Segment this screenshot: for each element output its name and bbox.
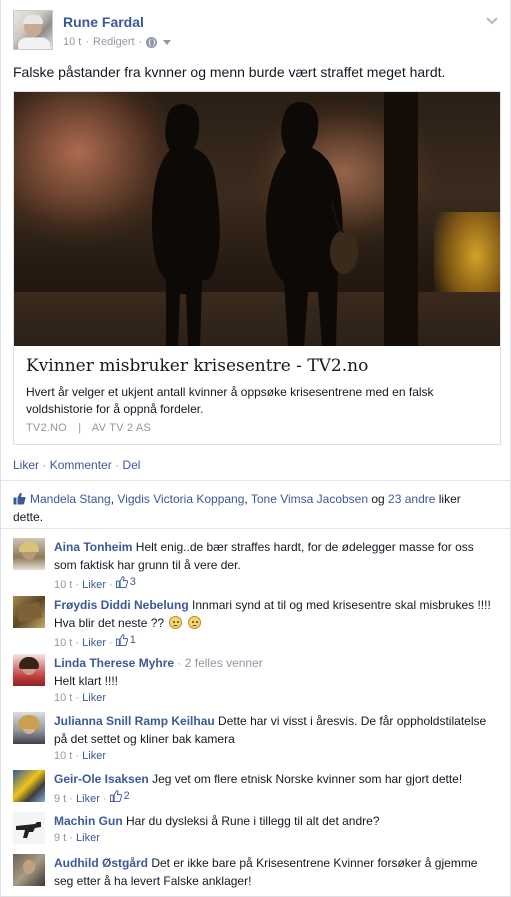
likes-and: og — [368, 492, 389, 506]
post-timestamp[interactable]: 10 t — [63, 36, 81, 48]
comment-text: Har du dysleksi å Rune i tillegg til alt… — [126, 814, 380, 828]
comment-meta: 9 t · Liker · 2 — [54, 788, 130, 805]
commenter-avatar[interactable] — [13, 854, 45, 886]
liker-name[interactable]: Vigdis Victoria Koppang — [117, 492, 244, 506]
comment-body: Geir-Ole Isaksen Jeg vet om flere etnisk… — [54, 770, 494, 807]
author-avatar[interactable] — [13, 10, 53, 50]
like-button[interactable]: Liker — [13, 458, 39, 472]
share-source: TV2.NO | AV TV 2 AS — [26, 422, 151, 434]
share-image[interactable] — [14, 92, 500, 346]
comment-time[interactable]: 10 t — [54, 579, 72, 591]
comment-like-button[interactable]: Liker — [82, 579, 106, 591]
mutual-friends[interactable]: · 2 felles venner — [177, 656, 262, 670]
comment-like-count[interactable]: 1 — [115, 632, 136, 648]
thumbs-up-icon — [109, 790, 122, 802]
comment-body: Machin Gun Har du dysleksi å Rune i till… — [54, 812, 494, 846]
share-domain: TV2.NO — [26, 422, 67, 434]
likes-others-link[interactable]: 23 andre — [388, 492, 435, 506]
frown-emoji-icon — [187, 616, 201, 629]
comment-meta: 10 t · Liker · 1 — [54, 632, 136, 649]
share-author: AV TV 2 AS — [91, 422, 151, 434]
author-name[interactable]: Rune Fardal — [63, 14, 144, 30]
commenter-name[interactable]: Linda Therese Myhre — [54, 656, 174, 670]
commenter-avatar[interactable] — [13, 596, 45, 628]
comment-text: Helt klart !!!! — [54, 674, 119, 688]
comment-time[interactable]: 10 t — [54, 692, 72, 704]
link-share-card[interactable]: Kvinner misbruker krisesentre - TV2.no H… — [13, 91, 501, 445]
like-count: 1 — [129, 634, 136, 646]
feed-post: Rune Fardal 10 t · Redigert · Falske pås… — [0, 0, 511, 897]
commenter-name[interactable]: Aina Tonheim — [54, 540, 132, 554]
likes-summary: Mandela Stang, Vigdis Victoria Koppang, … — [13, 490, 493, 526]
commenter-avatar[interactable] — [13, 712, 45, 744]
commenter-name[interactable]: Machin Gun — [54, 814, 123, 828]
silhouette-woman-left — [152, 104, 220, 346]
action-separator: · — [42, 458, 50, 472]
commenter-avatar[interactable] — [13, 654, 45, 686]
thumbs-up-icon — [13, 492, 26, 505]
comment-time[interactable]: 10 t — [54, 637, 72, 649]
comment-text: Jeg vet om flere etnisk Norske kvinner s… — [152, 772, 463, 786]
edited-label[interactable]: Redigert — [93, 36, 135, 48]
comment-body: Aina Tonheim Helt enig..de bær straffes … — [54, 538, 494, 593]
share-description: Hvert år velger et ukjent antall kvinner… — [26, 385, 434, 416]
comment-body: Audhild Østgård Det er ikke bare på Kris… — [54, 854, 494, 890]
meta-separator: · — [85, 36, 90, 48]
share-separator: | — [78, 422, 82, 434]
chevron-down-icon[interactable] — [163, 39, 172, 45]
comment-like-button[interactable]: Liker — [82, 692, 106, 704]
thumbs-up-icon — [115, 634, 128, 646]
post-text: Falske påstander fra kvnner og menn burd… — [13, 64, 446, 80]
comment-body: Julianna Snill Ramp Keilhau Dette har vi… — [54, 712, 494, 764]
comment-meta: 10 t · Liker — [54, 692, 106, 704]
comment-body: Frøydis Diddi Nebelung Innmari synd at t… — [54, 596, 494, 651]
like-count: 2 — [123, 790, 130, 802]
comment-meta: 9 t · Liker — [54, 832, 100, 844]
comment-body: Linda Therese Myhre · 2 felles venner He… — [54, 654, 494, 706]
comment-button[interactable]: Kommenter — [50, 458, 112, 472]
post-header: Rune Fardal 10 t · Redigert · — [13, 10, 493, 52]
comment-like-button[interactable]: Liker — [76, 793, 100, 805]
post-actions: Liker · Kommenter · Del — [13, 458, 140, 472]
thumbs-up-icon — [115, 576, 128, 588]
share-button[interactable]: Del — [122, 458, 140, 472]
meta-separator: · — [138, 36, 143, 48]
share-title[interactable]: Kvinner misbruker krisesentre - TV2.no — [26, 356, 368, 376]
frown-emoji-icon — [169, 616, 183, 629]
comment-time[interactable]: 10 t — [54, 750, 72, 762]
liker-name[interactable]: Tone Vimsa Jacobsen — [251, 492, 368, 506]
silhouette-woman-right — [266, 102, 358, 346]
post-meta: 10 t · Redigert · — [63, 36, 172, 48]
globe-icon[interactable] — [146, 36, 158, 48]
commenter-avatar[interactable] — [13, 812, 45, 844]
comment-like-count[interactable]: 3 — [115, 574, 136, 590]
comment-meta: 10 t · Liker — [54, 750, 106, 762]
comment-time[interactable]: 9 t — [54, 793, 66, 805]
commenter-avatar[interactable] — [13, 770, 45, 802]
comment-time[interactable]: 9 t — [54, 832, 66, 844]
commenter-name[interactable]: Frøydis Diddi Nebelung — [54, 598, 189, 612]
comment-like-button[interactable]: Liker — [76, 832, 100, 844]
comment-meta: 10 t · Liker · 3 — [54, 574, 136, 591]
commenter-avatar[interactable] — [13, 538, 45, 570]
share-body[interactable]: Kvinner misbruker krisesentre - TV2.no H… — [14, 346, 500, 444]
liker-name[interactable]: Mandela Stang — [30, 492, 111, 506]
post-options-chevron-icon[interactable] — [484, 12, 500, 28]
divider — [1, 528, 511, 529]
comment-like-count[interactable]: 2 — [109, 788, 130, 804]
like-count: 3 — [129, 576, 136, 588]
divider — [1, 480, 511, 481]
commenter-name[interactable]: Geir-Ole Isaksen — [54, 772, 149, 786]
comment-like-button[interactable]: Liker — [82, 750, 106, 762]
commenter-name[interactable]: Audhild Østgård — [54, 856, 148, 870]
commenter-name[interactable]: Julianna Snill Ramp Keilhau — [54, 714, 215, 728]
comment-like-button[interactable]: Liker — [82, 637, 106, 649]
